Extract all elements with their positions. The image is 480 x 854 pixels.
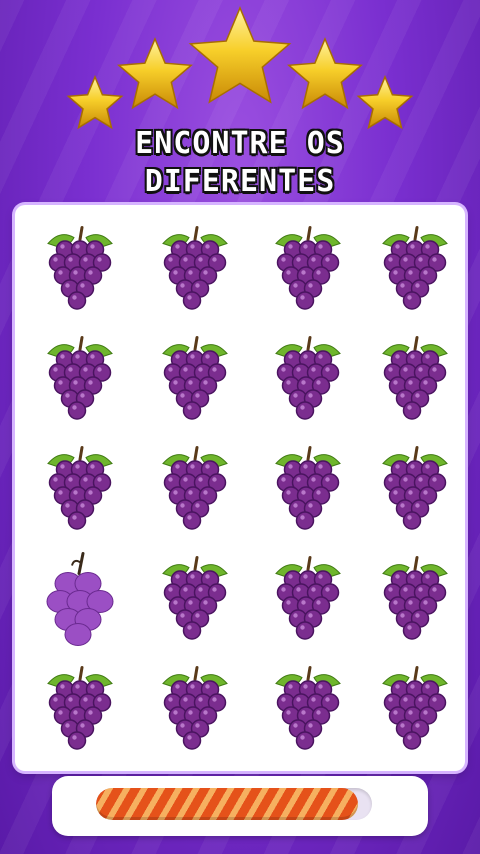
timer-fill bbox=[96, 788, 359, 820]
plain-grape-bunch-icon[interactable] bbox=[30, 547, 130, 652]
star-icon bbox=[188, 6, 292, 104]
grape-bunch-icon[interactable] bbox=[258, 547, 358, 652]
star-icon bbox=[66, 75, 124, 130]
grape-bunch-icon[interactable] bbox=[145, 547, 245, 652]
grape-bunch-icon[interactable] bbox=[145, 217, 245, 322]
star-icon bbox=[117, 37, 193, 110]
grape-bunch-icon[interactable] bbox=[145, 437, 245, 542]
title-line-1: ENCONTRE OS bbox=[135, 126, 345, 161]
star-icon bbox=[356, 75, 414, 130]
grape-bunch-icon[interactable] bbox=[30, 217, 130, 322]
timer-track bbox=[96, 788, 372, 820]
grape-bunch-icon[interactable] bbox=[145, 657, 245, 762]
grape-bunch-icon[interactable] bbox=[258, 217, 358, 322]
grape-bunch-icon[interactable] bbox=[30, 327, 130, 432]
title-line-2: DIFERENTES bbox=[144, 164, 336, 199]
star-icon bbox=[287, 37, 363, 110]
grape-bunch-icon[interactable] bbox=[365, 327, 465, 432]
grape-bunch-icon[interactable] bbox=[258, 657, 358, 762]
grape-bunch-icon[interactable] bbox=[30, 437, 130, 542]
timer-panel bbox=[52, 776, 428, 836]
grape-bunch-icon[interactable] bbox=[258, 437, 358, 542]
rating-stars bbox=[66, 6, 414, 130]
grape-bunch-icon[interactable] bbox=[258, 327, 358, 432]
grape-bunch-icon[interactable] bbox=[30, 657, 130, 762]
grape-bunch-icon[interactable] bbox=[365, 217, 465, 322]
grape-bunch-icon[interactable] bbox=[365, 657, 465, 762]
grape-bunch-icon[interactable] bbox=[365, 547, 465, 652]
grape-bunch-icon[interactable] bbox=[365, 437, 465, 542]
grape-bunch-icon[interactable] bbox=[145, 327, 245, 432]
game-board bbox=[15, 205, 465, 771]
